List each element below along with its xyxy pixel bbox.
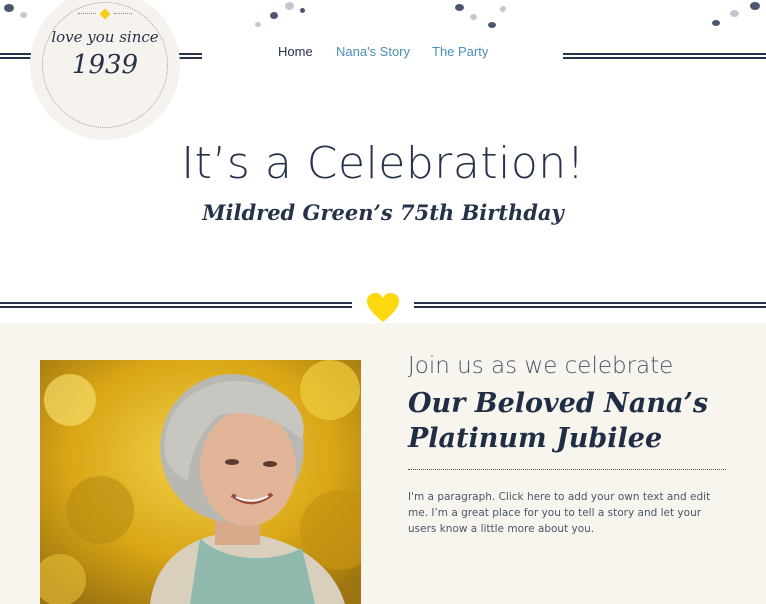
- story-heading-line1: Our Beloved Nana’s: [408, 388, 709, 419]
- badge-dash-left: [78, 13, 96, 14]
- nav-item-nanas-story[interactable]: Nana's Story: [336, 44, 410, 59]
- badge-dash-right: [114, 13, 132, 14]
- nav-item-the-party[interactable]: The Party: [432, 44, 488, 59]
- story-section: Join us as we celebrate Our Beloved Nana…: [0, 323, 766, 604]
- story-intro: Join us as we celebrate: [408, 353, 674, 379]
- divider-rule-right: [414, 302, 766, 308]
- nav-item-home[interactable]: Home: [278, 44, 313, 59]
- nana-photo: [40, 360, 361, 604]
- hero-subtitle: Mildred Green’s 75th Birthday: [202, 200, 564, 225]
- story-paragraph[interactable]: I'm a paragraph. Click here to add your …: [408, 489, 726, 537]
- hero-title: It’s a Celebration!: [181, 138, 585, 189]
- story-divider: [408, 469, 726, 470]
- love-you-since-badge[interactable]: love you since 1939: [30, 0, 180, 140]
- heart-icon: [367, 293, 399, 322]
- nana-photo-illustration: [40, 360, 361, 604]
- story-heading: Our Beloved Nana’s Platinum Jubilee: [408, 386, 748, 456]
- divider-rule-left: [0, 302, 352, 308]
- story-heading-line2: Platinum Jubilee: [408, 423, 663, 454]
- main-nav: Home Nana's Story The Party: [0, 44, 766, 62]
